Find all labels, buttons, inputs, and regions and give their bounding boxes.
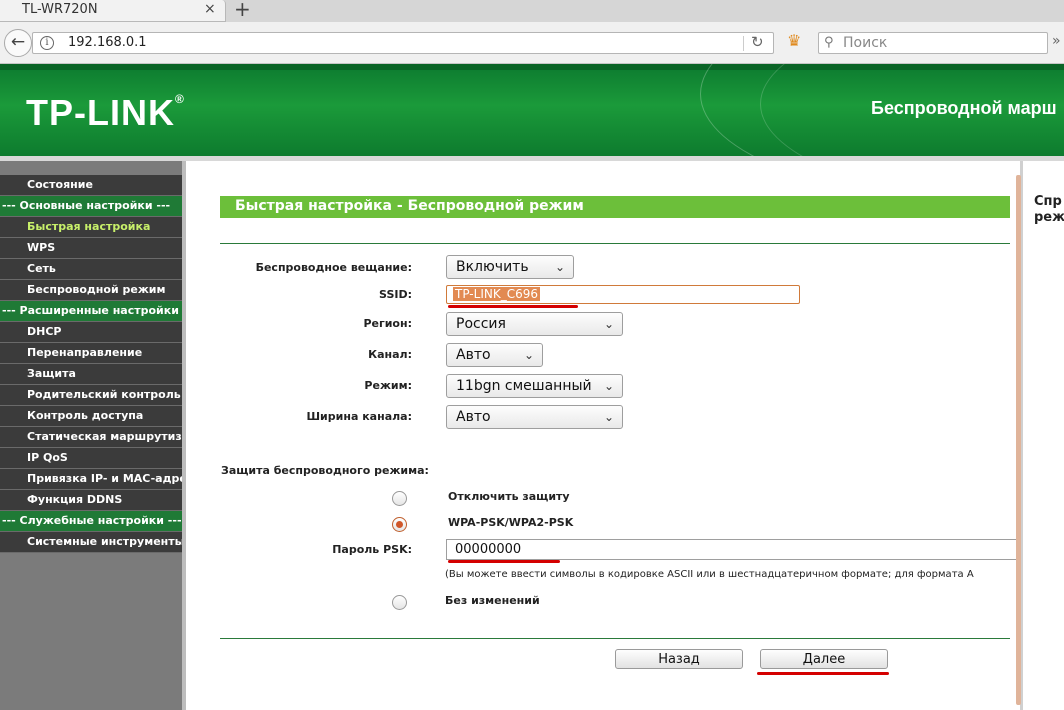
divider-top: [220, 243, 1010, 244]
help-title: Спр реж: [1034, 194, 1064, 226]
browser-tab[interactable]: TL-WR720N ×: [0, 0, 226, 22]
divider-bottom: [220, 638, 1010, 639]
channel-select[interactable]: Авто ⌄: [446, 343, 543, 367]
main-scrollbar[interactable]: [1016, 175, 1021, 705]
channel-width-value: Авто: [456, 409, 491, 425]
header-title: Беспроводной марш: [871, 98, 1057, 118]
help-title-line: реж: [1034, 210, 1064, 225]
chevron-down-icon: ⌄: [523, 348, 534, 362]
sidebar-item[interactable]: Системные инструменты: [0, 532, 182, 553]
browser-tab-bar: TL-WR720N × +: [0, 0, 1064, 22]
sidebar-section-header: --- Основные настройки ---: [0, 196, 182, 217]
reload-icon[interactable]: ↻: [751, 33, 764, 51]
mode-select[interactable]: 11bgn смешанный ⌄: [446, 374, 623, 398]
mode-value: 11bgn смешанный: [456, 378, 592, 394]
tp-link-logo: TP-LINK®: [26, 92, 185, 133]
no-change-label: Без изменений: [445, 594, 540, 607]
sidebar-section-header: --- Служебные настройки ---: [0, 511, 182, 532]
sidebar-section-header: --- Расширенные настройки ---: [0, 301, 182, 322]
new-tab-icon[interactable]: +: [234, 0, 251, 21]
sidebar-item[interactable]: Перенаправление: [0, 343, 182, 364]
sidebar-item[interactable]: Защита: [0, 364, 182, 385]
channel-width-select[interactable]: Авто ⌄: [446, 405, 623, 429]
url-divider: [743, 36, 744, 51]
security-label: Защита беспроводного режима:: [221, 464, 429, 477]
page-title-bar: Быстрая настройка - Беспроводной режим: [220, 196, 1010, 218]
wpa-psk-label: WPA-PSK/WPA2-PSK: [448, 516, 574, 529]
sidebar-item[interactable]: DHCP: [0, 322, 182, 343]
next-annotation-underline: [757, 672, 889, 675]
sidebar: Состояние --- Основные настройки --- Быстр…: [0, 161, 186, 710]
broadcast-select[interactable]: Включить ⌄: [446, 255, 574, 279]
search-input[interactable]: ⚲ Поиск: [818, 32, 1048, 54]
psk-label: Пароль PSK:: [332, 543, 412, 556]
chevron-down-icon: ⌄: [603, 379, 614, 393]
next-button[interactable]: Далее: [760, 649, 888, 669]
page-title: Быстрая настройка - Беспроводной режим: [235, 198, 584, 214]
region-value: Россия: [456, 316, 506, 332]
sidebar-item[interactable]: Функция DDNS: [0, 490, 182, 511]
sidebar-item[interactable]: Контроль доступа: [0, 406, 182, 427]
psk-value: 00000000: [455, 542, 522, 557]
main-panel: Быстрая настройка - Беспроводной режим Б…: [186, 161, 1023, 710]
sidebar-item[interactable]: Состояние: [0, 175, 182, 196]
overflow-arrow-icon[interactable]: »: [1052, 33, 1061, 49]
help-panel: Спр реж: [1026, 161, 1064, 710]
addon-fox-icon[interactable]: ♛: [787, 31, 807, 51]
chevron-down-icon: ⌄: [603, 410, 614, 424]
sidebar-item[interactable]: Сеть: [0, 259, 182, 280]
psk-note: (Вы можете ввести символы в кодировке AS…: [445, 569, 974, 580]
sidebar-menu: Состояние --- Основные настройки --- Быстр…: [0, 175, 182, 553]
info-icon[interactable]: i: [40, 36, 54, 50]
disable-security-label: Отключить защиту: [448, 490, 570, 503]
ssid-label: SSID:: [379, 288, 412, 301]
sidebar-item[interactable]: Статическая маршрутизац: [0, 427, 182, 448]
close-tab-icon[interactable]: ×: [204, 1, 216, 17]
wpa-psk-radio[interactable]: [392, 517, 407, 532]
sidebar-item[interactable]: IP QoS: [0, 448, 182, 469]
search-icon: ⚲: [824, 35, 834, 50]
router-header: TP-LINK® Беспроводной марш: [0, 64, 1064, 156]
url-text[interactable]: 192.168.0.1: [68, 35, 147, 50]
channel-label: Канал:: [368, 348, 412, 361]
ssid-annotation-underline: [448, 305, 578, 308]
back-button[interactable]: Назад: [615, 649, 743, 669]
sidebar-item[interactable]: WPS: [0, 238, 182, 259]
chevron-down-icon: ⌄: [603, 317, 614, 331]
no-change-radio[interactable]: [392, 595, 407, 610]
sidebar-item[interactable]: Привязка IP- и MAC-адрес: [0, 469, 182, 490]
help-title-line: Спр: [1034, 194, 1062, 209]
tab-title: TL-WR720N: [22, 2, 98, 17]
browser-nav-bar: ← i 192.168.0.1 ↻ ♛ ⚲ Поиск »: [0, 22, 1064, 64]
region-select[interactable]: Россия ⌄: [446, 312, 623, 336]
psk-annotation-underline: [448, 560, 560, 563]
ssid-value: TP-LINK_C696: [453, 287, 540, 301]
sidebar-item[interactable]: Быстрая настройка: [0, 217, 182, 238]
channel-value: Авто: [456, 347, 491, 363]
sidebar-item[interactable]: Родительский контроль: [0, 385, 182, 406]
chevron-down-icon: ⌄: [554, 260, 565, 274]
channel-width-label: Ширина канала:: [306, 410, 412, 423]
mode-label: Режим:: [364, 379, 412, 392]
psk-password-input[interactable]: 00000000: [446, 539, 1020, 560]
ssid-input[interactable]: TP-LINK_C696: [446, 285, 800, 304]
broadcast-value: Включить: [456, 259, 529, 275]
search-placeholder: Поиск: [843, 35, 888, 51]
url-bar[interactable]: i 192.168.0.1 ↻: [32, 32, 774, 54]
broadcast-label: Беспроводное вещание:: [255, 261, 412, 274]
sidebar-item[interactable]: Беспроводной режим: [0, 280, 182, 301]
disable-security-radio[interactable]: [392, 491, 407, 506]
back-arrow-icon[interactable]: ←: [4, 29, 32, 57]
region-label: Регион:: [363, 317, 412, 330]
